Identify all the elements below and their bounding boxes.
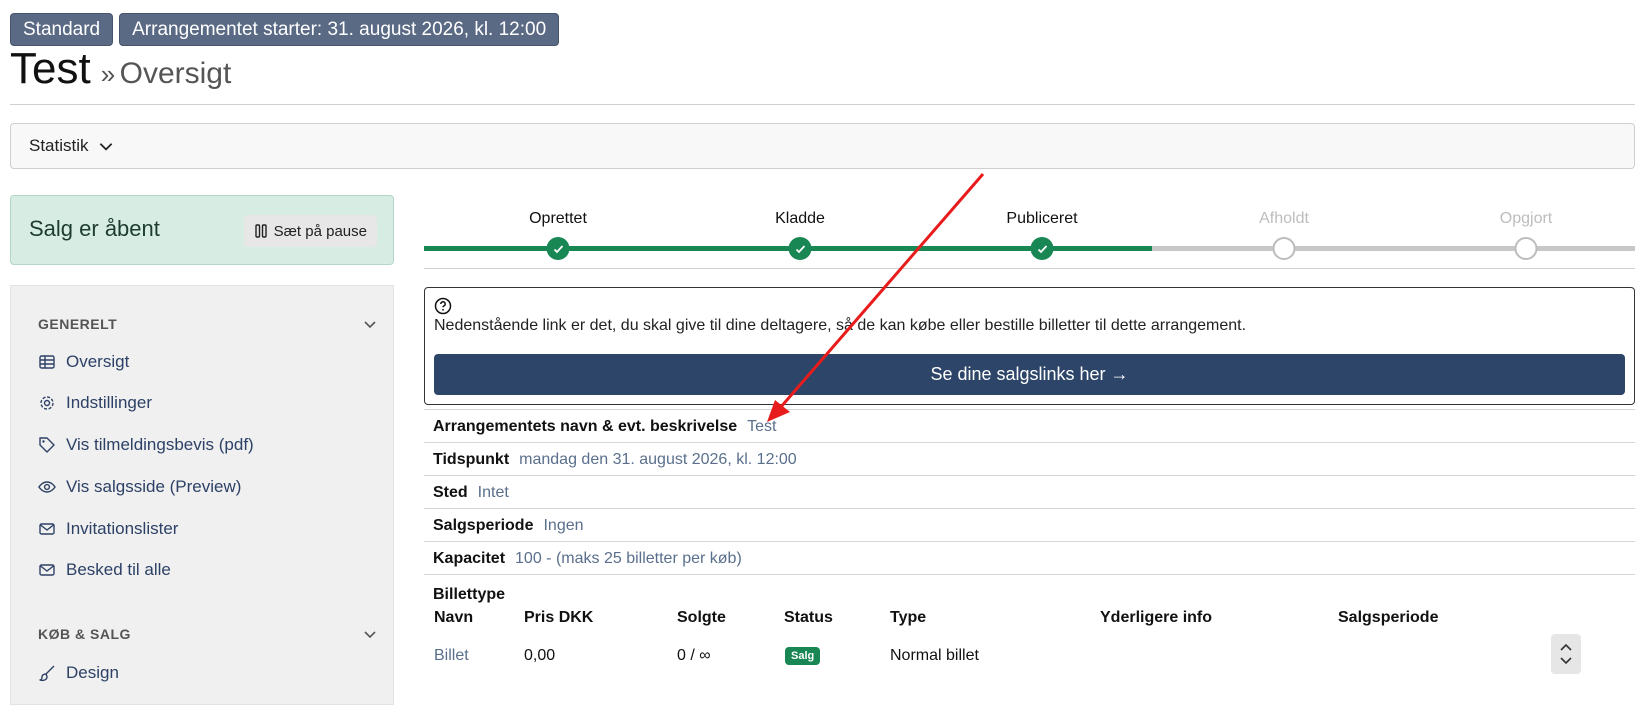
sidebar-section-koeb-salg[interactable]: KØB & SALG [38,626,378,642]
sidebar-item-design[interactable]: Design [38,663,119,683]
sales-link-info-box: Nedenstående link er det, du skal give t… [424,287,1635,405]
pause-label: Sæt på pause [273,222,367,240]
envelope-icon [39,523,55,535]
detail-row-capacity: Kapacitet 100 - (maks 25 billetter per k… [424,541,1635,575]
detail-key: Arrangementets navn & evt. beskrivelse [433,417,738,435]
detail-key: Kapacitet [433,549,506,567]
sidebar-item-indstillinger[interactable]: Indstillinger [38,393,152,413]
type-badge: Standard [10,13,114,46]
sidebar-item-label: Besked til alle [66,560,171,579]
info-text: Nedenstående link er det, du skal give t… [434,317,1247,334]
header-divider [10,104,1635,105]
chevron-up-icon [1560,643,1572,651]
step-oprettet-check-icon [546,237,570,260]
step-kladde-check-icon [788,237,812,260]
column-header-status: Status [784,609,833,626]
column-header-yderligere-info: Yderligere info [1100,609,1213,626]
column-header-type: Type [890,609,927,626]
title-separator: » [100,59,116,89]
detail-key: Sted [433,483,468,501]
detail-key: Tidspunkt [433,450,510,468]
sidebar-item-label: Vis salgsside (Preview) [66,477,242,496]
detail-value: 100 - (maks 25 billetter per køb) [515,549,742,567]
detail-row-time: Tidspunkt mandag den 31. august 2026, kl… [424,442,1635,476]
detail-value: Ingen [543,516,584,534]
sidebar-item-oversigt[interactable]: Oversigt [38,352,129,372]
sidebar: GENERELT Oversigt Indstillinger Vis tilm… [10,285,394,705]
ticket-name-link[interactable]: Billet [434,647,469,665]
gear-icon [40,396,54,410]
statistics-toggle[interactable]: Statistik [10,123,1635,169]
event-title: Test [10,44,91,93]
sidebar-item-invitationslister[interactable]: Invitationslister [38,519,178,539]
step-label-opgjort: Opgjort [1499,210,1553,227]
envelope-icon [39,564,55,576]
column-header-navn: Navn [434,609,474,626]
sidebar-item-salgsside-preview[interactable]: Vis salgsside (Preview) [38,477,241,497]
table-icon [39,355,55,369]
detail-divider [424,574,1635,576]
ticket-price: 0,00 [524,647,556,664]
step-afholdt-circle-icon [1272,237,1296,260]
sidebar-item-label: Oversigt [66,352,130,371]
detail-value: Intet [477,483,509,501]
sidebar-item-tilmeldingsbevis[interactable]: Vis tilmeldingsbevis (pdf) [38,435,254,455]
chevron-down-icon [364,631,376,639]
detail-value: mandag den 31. august 2026, kl. 12:00 [519,450,797,468]
page-title: Test » Oversigt [10,44,231,94]
sidebar-item-besked-til-alle[interactable]: Besked til alle [38,560,171,580]
statistics-label: Statistik [29,136,89,155]
step-opgjort-circle-icon [1514,237,1538,260]
eye-icon [38,481,56,493]
ticket-type: Normal billet [890,647,979,664]
column-header-solgte: Solgte [677,609,726,626]
brush-icon [39,665,55,682]
ticket-sold: 0 / ∞ [677,647,711,664]
ticket-type-heading: Billettype [433,586,506,603]
step-label-afholdt: Afholdt [1259,210,1309,227]
step-label-oprettet: Oprettet [529,210,587,227]
start-date-badge: Arrangementet starter: 31. august 2026, … [119,13,560,46]
detail-key: Salgsperiode [433,516,534,534]
sidebar-item-label: Indstillinger [66,393,152,412]
detail-row-name: Arrangementets navn & evt. beskrivelse T… [424,409,1635,443]
section-title: GENERELT [38,316,118,332]
sidebar-item-label: Design [66,663,119,682]
section-title: KØB & SALG [38,626,131,642]
detail-row-sales-period: Salgsperiode Ingen [424,508,1635,542]
column-header-salgsperiode: Salgsperiode [1338,609,1439,626]
question-circle-icon [434,297,452,315]
page-subtitle: Oversigt [119,57,232,90]
chevron-down-icon [1560,657,1572,665]
sales-links-button[interactable]: Se dine salgslinks her → [434,354,1625,395]
column-header-pris: Pris DKK [524,609,594,626]
ticket-status-badge: Salg [785,647,821,665]
reorder-button[interactable] [1551,634,1581,674]
stepper-divider [424,268,1635,269]
status-stepper: Oprettet Kladde Publiceret Afholdt Opgjo… [424,206,1635,264]
chevron-down-icon [364,321,376,329]
detail-row-location: Sted Intet [424,475,1635,509]
step-label-kladde: Kladde [775,210,825,227]
pause-sales-button[interactable]: Sæt på pause [243,215,377,247]
stepper-remaining-line [1152,246,1635,251]
sidebar-item-label: Vis tilmeldingsbevis (pdf) [66,435,254,454]
pause-icon [254,224,267,238]
detail-value: Test [747,417,777,435]
sales-status-card: Salg er åbent Sæt på pause [10,195,394,265]
sidebar-section-generelt[interactable]: GENERELT [38,316,378,332]
step-publiceret-check-icon [1030,237,1054,260]
chevron-down-icon [99,143,112,151]
sales-status-text: Salg er åbent [29,216,160,241]
sidebar-item-label: Invitationslister [66,519,179,538]
tag-icon [39,437,55,453]
header-badges: Standard Arrangementet starter: 31. augu… [10,13,560,46]
step-label-publiceret: Publiceret [1006,210,1078,227]
